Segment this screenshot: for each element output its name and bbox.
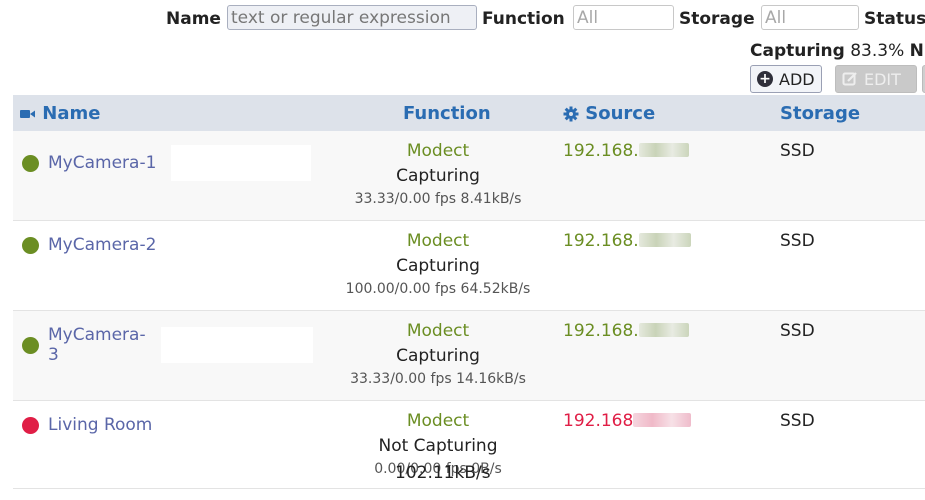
function-mode-link[interactable]: Modect — [313, 139, 563, 163]
source-address-link[interactable]: 192.168. — [563, 321, 639, 341]
capture-state: Capturing — [396, 346, 480, 366]
edit-button[interactable]: EDIT — [835, 65, 917, 93]
filter-bar: Name Function Storage Status — [0, 5, 925, 37]
source-address-link[interactable]: 192.168. — [563, 141, 639, 161]
capturing-cut-text: N — [909, 41, 924, 61]
table-row: MyCamera-1 Modect Capturing 33.33/0.00 f… — [13, 131, 925, 221]
edit-button-label: EDIT — [864, 69, 901, 89]
camera-name-link[interactable]: MyCamera-3 — [48, 325, 146, 365]
total-bandwidth: 102.11kB/s — [395, 463, 491, 483]
capturing-summary: Capturing 83.3% N — [750, 41, 924, 61]
function-filter-label: Function — [482, 9, 565, 29]
redacted-address — [638, 323, 689, 337]
add-button-label: ADD — [779, 69, 815, 89]
plus-circle-icon: + — [757, 71, 773, 87]
add-button[interactable]: + ADD — [750, 65, 822, 93]
function-mode-link[interactable]: Modect — [313, 229, 563, 253]
function-mode-link[interactable]: Modect — [313, 409, 563, 433]
gear-icon — [563, 106, 579, 121]
status-dot-icon — [22, 154, 39, 172]
storage-value: SSD — [780, 220, 925, 311]
capture-state: Not Capturing — [378, 436, 498, 456]
name-filter-input[interactable] — [227, 5, 477, 30]
source-address-link[interactable]: 192.168 — [563, 411, 633, 431]
function-filter-input[interactable] — [573, 5, 674, 30]
capture-state: Capturing — [396, 166, 480, 186]
storage-value: SSD — [780, 131, 925, 221]
video-camera-icon — [20, 109, 35, 118]
status-dot-icon — [22, 236, 39, 254]
storage-value: SSD — [780, 400, 925, 489]
redacted-address — [633, 413, 692, 427]
redacted-address — [638, 233, 691, 247]
redacted-address — [638, 143, 689, 157]
edit-icon — [842, 72, 857, 86]
table-row: MyCamera-2 Modect Capturing 100.00/0.00 … — [13, 220, 925, 311]
column-header-storage[interactable]: Storage — [780, 95, 925, 131]
fps-rate: 100.00/0.00 fps 64.52kB/s — [345, 281, 531, 297]
function-mode-link[interactable]: Modect — [313, 319, 563, 343]
name-filter-label: Name — [166, 9, 221, 29]
status-dot-icon — [22, 416, 39, 434]
column-header-function[interactable]: Function — [313, 95, 563, 131]
table-row: MyCamera-3 Modect Capturing 33.33/0.00 f… — [13, 310, 925, 401]
capturing-value: 83.3% — [850, 41, 905, 61]
storage-value: SSD — [780, 310, 925, 401]
capturing-label: Capturing — [750, 41, 845, 61]
monitor-table: Name Function Source Storage MyCamera-1 … — [13, 95, 925, 489]
camera-name-link[interactable]: MyCamera-1 — [48, 153, 156, 173]
storage-filter-label: Storage — [679, 9, 755, 29]
status-filter-label: Status — [864, 9, 925, 29]
status-dot-icon — [22, 336, 39, 354]
column-header-name[interactable]: Name — [13, 95, 313, 131]
fps-rate: 33.33/0.00 fps 14.16kB/s — [350, 371, 526, 387]
fps-rate: 33.33/0.00 fps 8.41kB/s — [354, 191, 522, 207]
storage-filter-input[interactable] — [761, 5, 859, 30]
source-address-link[interactable]: 192.168. — [563, 231, 639, 251]
capture-state: Capturing — [396, 256, 480, 276]
table-header-row: Name Function Source Storage — [13, 95, 925, 131]
column-header-source[interactable]: Source — [563, 95, 780, 131]
camera-name-link[interactable]: MyCamera-2 — [48, 235, 156, 255]
camera-name-link[interactable]: Living Room — [48, 415, 152, 435]
